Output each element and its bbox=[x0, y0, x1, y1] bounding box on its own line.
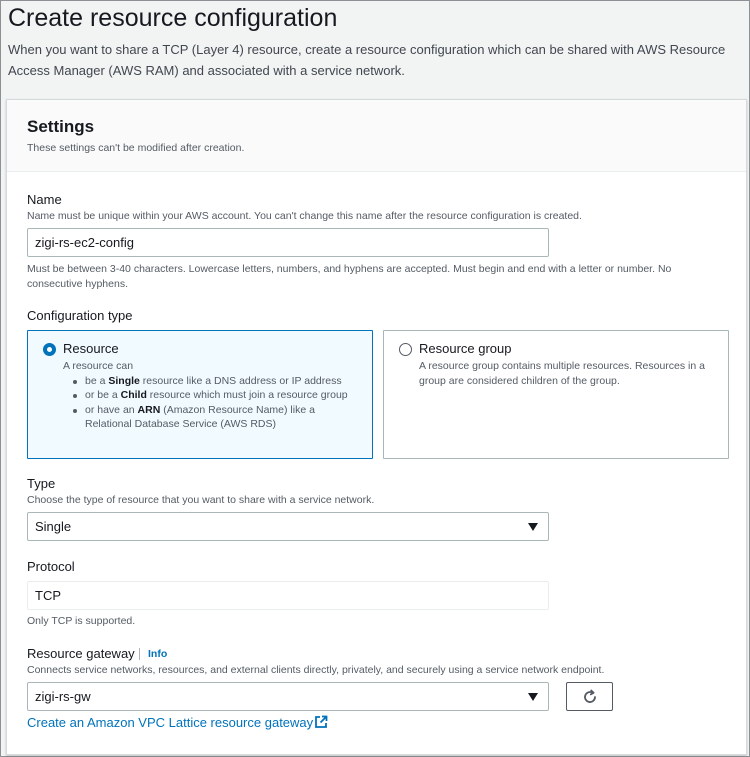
configuration-type-label: Configuration type bbox=[27, 308, 133, 323]
resource-bullet: be a Single resource like a DNS address … bbox=[71, 374, 363, 389]
external-link-icon[interactable] bbox=[314, 715, 328, 729]
resource-description: A resource can be a Single resource like… bbox=[63, 359, 363, 432]
resource-radio[interactable] bbox=[43, 343, 56, 356]
resource-group-title: Resource group bbox=[419, 341, 512, 356]
page-description: When you want to share a TCP (Layer 4) r… bbox=[8, 42, 726, 78]
type-select[interactable]: Single bbox=[27, 512, 549, 541]
settings-title: Settings bbox=[27, 117, 95, 136]
chevron-down-icon bbox=[528, 693, 538, 701]
resource-title: Resource bbox=[63, 341, 119, 356]
resource-bullet: or be a Child resource which must join a… bbox=[71, 388, 363, 403]
create-gateway-link[interactable]: Create an Amazon VPC Lattice resource ga… bbox=[27, 715, 313, 730]
type-description: Choose the type of resource that you wan… bbox=[27, 494, 375, 506]
refresh-button[interactable] bbox=[566, 682, 613, 711]
gateway-info-link[interactable]: Info bbox=[148, 648, 167, 660]
settings-panel: Settings These settings can't be modifie… bbox=[6, 99, 747, 755]
label-divider bbox=[139, 648, 140, 660]
resource-bullet: or have an ARN (Amazon Resource Name) li… bbox=[71, 403, 363, 432]
chevron-down-icon bbox=[528, 523, 538, 531]
gateway-select-value: zigi-rs-gw bbox=[35, 689, 91, 704]
protocol-field: TCP bbox=[27, 581, 549, 610]
resource-group-radio[interactable] bbox=[399, 343, 412, 356]
settings-header: Settings These settings can't be modifie… bbox=[7, 100, 746, 172]
type-label: Type bbox=[27, 476, 56, 491]
resource-bullet-list: be a Single resource like a DNS address … bbox=[63, 374, 363, 432]
resource-group-description: A resource group contains multiple resou… bbox=[419, 360, 705, 387]
type-select-value: Single bbox=[35, 519, 72, 534]
name-description: Name must be unique within your AWS acco… bbox=[27, 210, 582, 222]
resource-intro: A resource can bbox=[63, 360, 134, 372]
protocol-label: Protocol bbox=[27, 559, 75, 574]
protocol-hint: Only TCP is supported. bbox=[27, 615, 136, 627]
gateway-label: Resource gateway bbox=[27, 646, 135, 661]
gateway-description: Connects service networks, resources, an… bbox=[27, 664, 605, 676]
settings-subtitle: These settings can't be modified after c… bbox=[27, 142, 245, 154]
gateway-select[interactable]: zigi-rs-gw bbox=[27, 682, 549, 711]
tile-resource-group[interactable]: Resource group A resource group contains… bbox=[383, 330, 729, 459]
page-title: Create resource configuration bbox=[8, 4, 338, 32]
name-input[interactable]: zigi-rs-ec2-config bbox=[27, 228, 549, 257]
tile-resource[interactable]: Resource A resource can be a Single reso… bbox=[27, 330, 373, 459]
refresh-icon bbox=[583, 689, 596, 703]
name-constraint: Must be between 3-40 characters. Lowerca… bbox=[27, 263, 672, 290]
name-label: Name bbox=[27, 192, 62, 207]
